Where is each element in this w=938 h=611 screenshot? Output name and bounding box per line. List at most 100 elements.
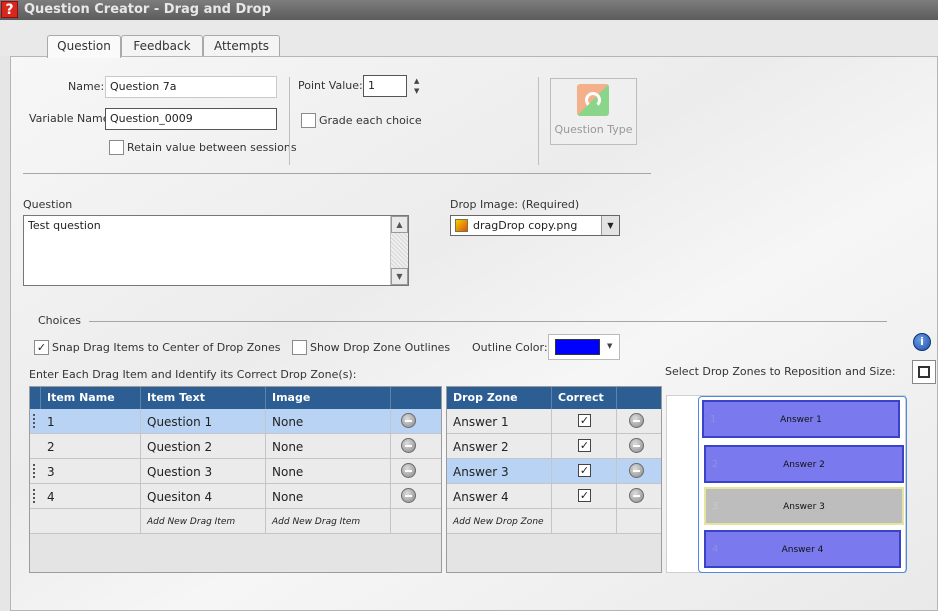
zone-name[interactable]: Answer 3 (447, 459, 552, 484)
correct-checkbox[interactable]: ✓ (578, 414, 591, 427)
outline-color-picker[interactable]: ▼ (548, 334, 620, 360)
tab-attempts[interactable]: Attempts (203, 35, 280, 57)
point-value-field[interactable]: 1 (363, 75, 407, 97)
drop-zone[interactable]: 1 Answer 1 (702, 400, 900, 438)
drop-zones-table: Drop Zone Name Correct Answer 1 ✓ Answer… (446, 386, 662, 573)
window-title: Question Creator - Drag and Drop (24, 2, 271, 17)
item-image[interactable]: None (266, 409, 391, 434)
remove-icon[interactable] (629, 488, 644, 503)
item-image[interactable]: None (266, 459, 391, 484)
zone-name[interactable]: Answer 4 (447, 484, 552, 509)
remove-icon[interactable] (401, 463, 416, 478)
table-row[interactable]: 2 Question 2 None (30, 434, 441, 459)
table-row[interactable]: 3 Question 3 None (30, 459, 441, 484)
tab-question[interactable]: Question (47, 35, 121, 58)
point-value-spinner[interactable]: ▲ ▼ (414, 76, 419, 96)
remove-icon[interactable] (401, 488, 416, 503)
column-header[interactable]: Item Text (141, 387, 266, 409)
drag-items-table: Item Name Item Text Image 1 Question 1 N… (29, 386, 442, 573)
add-drag-item-placeholder[interactable]: Add New Drag Item (266, 509, 391, 534)
drop-zones-preview[interactable]: 1 Answer 1 2 Answer 2 3 Answer 3 4 Answe… (666, 395, 907, 573)
name-label: Name: (68, 80, 105, 93)
remove-icon[interactable] (629, 438, 644, 453)
item-name[interactable]: 2 (41, 434, 141, 459)
correct-checkbox[interactable]: ✓ (578, 439, 591, 452)
add-drag-item-placeholder[interactable]: Add New Drag Item (141, 509, 266, 534)
scroll-down-icon[interactable]: ▼ (391, 268, 408, 285)
drop-zones-header: Drop Zone Name Correct (447, 387, 661, 425)
item-image[interactable]: None (266, 434, 391, 459)
column-header[interactable]: Image (266, 387, 391, 409)
grade-each-choice-checkbox[interactable] (301, 113, 316, 128)
header-spacer (617, 387, 661, 409)
column-header[interactable]: Item Name (41, 387, 141, 409)
show-outlines-label: Show Drop Zone Outlines (310, 341, 451, 354)
item-name[interactable]: 1 (41, 409, 141, 434)
table-row[interactable]: 1 Question 1 None (30, 409, 441, 434)
question-icon: ? (1, 1, 18, 18)
info-icon[interactable]: i (913, 333, 931, 351)
drop-zone-selected[interactable]: 3 Answer 3 (704, 487, 904, 525)
tab-feedback[interactable]: Feedback (121, 35, 203, 57)
zone-name[interactable]: Answer 1 (447, 409, 552, 434)
zone-correct-cell: ✓ (552, 409, 617, 434)
question-textarea[interactable]: Test question ▲ ▼ (23, 215, 409, 286)
table-row[interactable]: Answer 4 ✓ (447, 484, 661, 509)
drop-image-select[interactable]: dragDrop copy.png ▼ (450, 215, 620, 236)
column-header[interactable]: Correct (552, 387, 617, 409)
grade-each-choice-label: Grade each choice (319, 114, 422, 127)
item-text[interactable]: Question 3 (141, 459, 266, 484)
choices-divider (89, 321, 887, 322)
item-text[interactable]: Question 1 (141, 409, 266, 434)
tab-bar: Question Feedback Attempts (0, 20, 938, 58)
fit-frame-glyph (918, 366, 930, 378)
question-type-button[interactable]: Question Type (550, 78, 637, 145)
item-name[interactable]: 3 (41, 459, 141, 484)
zone-correct-cell: ✓ (552, 484, 617, 509)
snap-checkbox[interactable]: ✓ (34, 340, 49, 355)
scroll-up-icon[interactable]: ▲ (391, 216, 408, 233)
column-header[interactable]: Drop Zone Name (447, 387, 552, 425)
chevron-down-icon[interactable]: ▼ (601, 216, 619, 235)
name-field[interactable]: Question 7a (105, 76, 277, 98)
remove-icon[interactable] (629, 413, 644, 428)
correct-checkbox[interactable]: ✓ (578, 489, 591, 502)
add-row[interactable]: Add New Drop Zone (447, 509, 661, 534)
question-scrollbar[interactable]: ▲ ▼ (390, 216, 408, 285)
color-swatch (555, 339, 600, 355)
item-name[interactable]: 4 (41, 484, 141, 509)
variable-name-field[interactable]: Question_0009 (105, 108, 277, 130)
drop-zone[interactable]: 2 Answer 2 (704, 445, 904, 483)
snap-label: Snap Drag Items to Center of Drop Zones (52, 341, 281, 354)
select-zones-label: Select Drop Zones to Reposition and Size… (665, 365, 896, 378)
item-text[interactable]: Question 2 (141, 434, 266, 459)
item-image[interactable]: None (266, 484, 391, 509)
remove-icon[interactable] (401, 413, 416, 428)
retain-value-checkbox[interactable] (109, 140, 124, 155)
drag-handle-icon[interactable] (33, 489, 35, 503)
fit-to-frame-icon[interactable] (912, 360, 936, 384)
drop-image-filename: dragDrop copy.png (473, 219, 578, 232)
drag-handle-icon[interactable] (33, 464, 35, 478)
drop-zone[interactable]: 4 Answer 4 (704, 530, 901, 568)
table-row[interactable]: Answer 3 ✓ (447, 459, 661, 484)
show-outlines-checkbox[interactable] (292, 340, 307, 355)
add-row[interactable]: Add New Drag Item Add New Drag Item (30, 509, 441, 534)
choices-label: Choices (38, 314, 81, 327)
table-row[interactable]: Answer 1 ✓ (447, 409, 661, 434)
zone-number: 1 (710, 414, 717, 425)
outline-color-label: Outline Color: (472, 341, 548, 354)
remove-icon[interactable] (401, 438, 416, 453)
question-type-glyph (585, 92, 601, 108)
add-drop-zone-placeholder[interactable]: Add New Drop Zone (447, 509, 552, 534)
item-text[interactable]: Quesiton 4 (141, 484, 266, 509)
table-row[interactable]: 4 Quesiton 4 None (30, 484, 441, 509)
remove-icon[interactable] (629, 463, 644, 478)
zone-name[interactable]: Answer 2 (447, 434, 552, 459)
correct-checkbox[interactable]: ✓ (578, 464, 591, 477)
table-row[interactable]: Answer 2 ✓ (447, 434, 661, 459)
question-panel: Name: Question 7a Variable Name: Questio… (10, 56, 938, 611)
instructions-label: Enter Each Drag Item and Identify its Co… (29, 368, 357, 381)
drag-handle-icon[interactable] (33, 414, 35, 428)
chevron-down-icon: ▼ (607, 342, 613, 350)
